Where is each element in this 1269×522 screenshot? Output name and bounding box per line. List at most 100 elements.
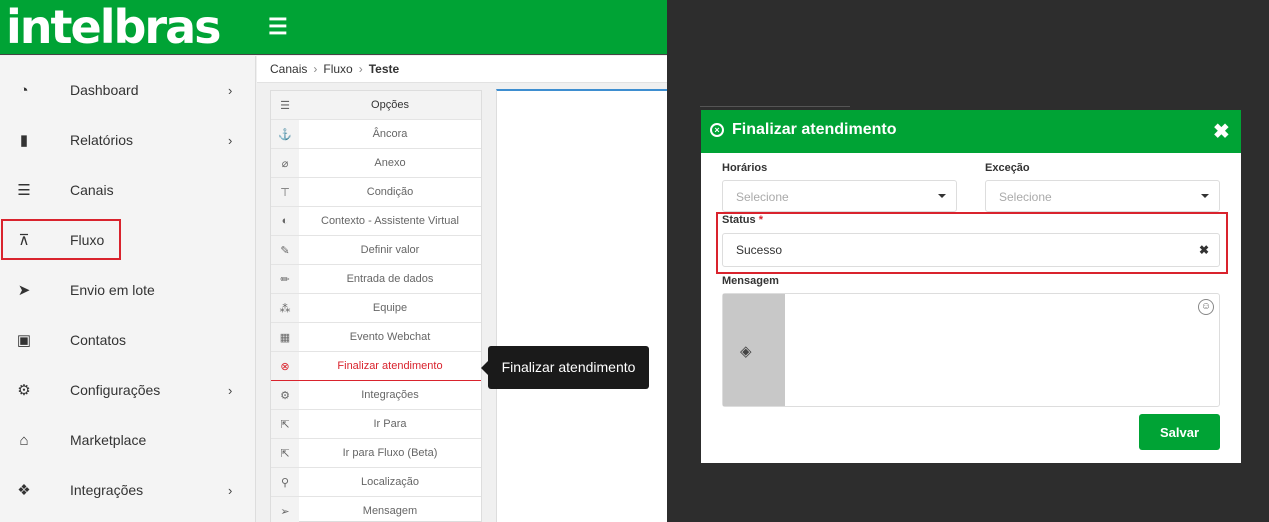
pencil-icon: ✏	[271, 265, 299, 293]
times-circle-icon: ×	[710, 123, 724, 137]
mensagem-label: Mensagem	[722, 275, 779, 287]
option-entrada-de-dados[interactable]: ✏ Entrada de dados	[271, 265, 481, 294]
sidebar-item-label: Configurações	[70, 382, 161, 398]
intelbras-logo: intelbras	[6, 0, 222, 54]
times-circle-icon: ⊗	[271, 352, 299, 380]
option-label: Anexo	[374, 157, 406, 169]
breadcrumb-separator-icon: ›	[358, 62, 363, 76]
sidebar-item-dashboard[interactable]: ◔ Dashboard ›	[0, 65, 256, 115]
cogs-icon: ⚙	[271, 381, 299, 409]
sidebar-item-canais[interactable]: ☰ Canais	[0, 165, 256, 215]
sidebar-item-label: Canais	[70, 182, 114, 198]
close-icon[interactable]: ✖	[1213, 119, 1230, 144]
sidebar-item-marketplace[interactable]: ⌂ Marketplace	[0, 415, 256, 465]
option-finalizar-atendimento[interactable]: ⊗ Finalizar atendimento	[271, 352, 481, 381]
brain-icon: ◐	[271, 207, 299, 235]
option-integracoes[interactable]: ⚙ Integrações	[271, 381, 481, 410]
modal-header: × Finalizar atendimento ✖	[701, 110, 1241, 153]
options-header-label: Opções	[299, 91, 481, 119]
cubes-icon: ❖	[17, 482, 31, 499]
smile-icon[interactable]: ☺	[1198, 299, 1214, 315]
flow-canvas[interactable]	[496, 89, 667, 522]
paper-plane-icon: ➢	[271, 497, 299, 522]
option-ir-para[interactable]: ⇱ Ir Para	[271, 410, 481, 439]
horarios-select[interactable]: Selecione	[722, 180, 957, 212]
signs-icon: ⊤	[271, 178, 299, 206]
external-link-icon: ⇱	[271, 410, 299, 438]
breadcrumb-item-fluxo[interactable]: Fluxo	[323, 62, 352, 76]
option-label: Ir Para	[373, 418, 407, 430]
horarios-placeholder: Selecione	[736, 190, 789, 204]
option-definir-valor[interactable]: ✎ Definir valor	[271, 236, 481, 265]
app-window: intelbras ☰ ◔ Dashboard › ▮ Relatórios ›…	[0, 0, 667, 522]
option-contexto[interactable]: ◐ Contexto - Assistente Virtual	[271, 207, 481, 236]
option-ancora[interactable]: ⚓ Âncora	[271, 120, 481, 149]
finalizar-atendimento-modal: × Finalizar atendimento ✖ Horários Selec…	[701, 110, 1241, 463]
excecao-select[interactable]: Selecione	[985, 180, 1220, 212]
chevron-right-icon: ›	[228, 82, 233, 98]
paperclip-icon: ⌀	[271, 149, 299, 177]
chevron-right-icon: ›	[228, 382, 233, 398]
horarios-label: Horários	[722, 162, 768, 174]
breadcrumb-current: Teste	[368, 62, 400, 76]
option-label: Integrações	[361, 389, 419, 401]
breadcrumb-item-canais[interactable]: Canais	[270, 62, 307, 76]
sidebar-item-envio-em-lote[interactable]: ➤ Envio em lote	[0, 265, 256, 315]
caret-down-icon	[1201, 194, 1209, 198]
option-label: Mensagem	[362, 505, 418, 517]
save-button[interactable]: Salvar	[1139, 414, 1220, 450]
option-localizacao[interactable]: ⚲ Localização	[271, 468, 481, 497]
tag-panel[interactable]: ◈	[723, 294, 785, 406]
sidebar-item-label: Relatórios	[70, 132, 134, 148]
option-anexo[interactable]: ⌀ Anexo	[271, 149, 481, 178]
sidebar-item-label: Contatos	[70, 332, 127, 348]
excecao-placeholder: Selecione	[999, 190, 1052, 204]
option-label: Entrada de dados	[346, 273, 434, 285]
modal-title: Finalizar atendimento	[732, 121, 897, 138]
sidebar-item-integracoes[interactable]: ❖ Integrações ›	[0, 465, 256, 515]
option-label: Definir valor	[360, 244, 420, 256]
option-mensagem[interactable]: ➢ Mensagem	[271, 497, 481, 522]
option-label: Contexto - Assistente Virtual	[321, 215, 459, 227]
breadcrumb: Canais › Fluxo › Teste	[257, 56, 667, 83]
book-icon: ▮	[19, 132, 29, 149]
paper-plane-icon: ➤	[17, 282, 31, 299]
dashboard-icon: ◔	[19, 81, 29, 99]
option-label: Evento Webchat	[349, 331, 431, 343]
options-header: ☰ Opções	[271, 91, 481, 120]
caret-down-icon	[938, 194, 946, 198]
fluxo-highlight-box	[1, 219, 121, 260]
option-label: Âncora	[372, 128, 408, 140]
calendar-icon: ▦	[271, 323, 299, 351]
excecao-label: Exceção	[985, 162, 1030, 174]
chevron-right-icon: ›	[228, 482, 233, 498]
option-ir-para-fluxo[interactable]: ⇱ Ir para Fluxo (Beta)	[271, 439, 481, 468]
top-bar: intelbras ☰	[0, 0, 667, 55]
option-label: Equipe	[372, 302, 408, 314]
sidebar-item-contatos[interactable]: ▣ Contatos	[0, 315, 256, 365]
cogs-icon: ⚙	[17, 382, 31, 399]
tags-icon[interactable]: ◈	[740, 342, 752, 360]
sidebar-item-configuracoes[interactable]: ⚙ Configurações ›	[0, 365, 256, 415]
map-marker-icon: ⚲	[271, 468, 299, 496]
divider	[700, 106, 850, 107]
option-condicao[interactable]: ⊤ Condição	[271, 178, 481, 207]
sidebar-item-label: Dashboard	[70, 82, 139, 98]
status-highlight-box	[716, 212, 1228, 274]
external-link-icon: ⇱	[271, 439, 299, 467]
sidebar-item-label: Integrações	[70, 482, 144, 498]
mensagem-textarea[interactable]: ◈ ☺	[722, 293, 1220, 407]
users-icon: ⁂	[271, 294, 299, 322]
anchor-icon: ⚓	[271, 120, 299, 148]
option-evento-webchat[interactable]: ▦ Evento Webchat	[271, 323, 481, 352]
option-equipe[interactable]: ⁂ Equipe	[271, 294, 481, 323]
edit-icon: ✎	[271, 236, 299, 264]
hamburger-icon[interactable]: ☰	[268, 14, 288, 40]
sidebar-item-relatorios[interactable]: ▮ Relatórios ›	[0, 115, 256, 165]
option-label: Finalizar atendimento	[337, 360, 443, 372]
sidebar-item-label: Envio em lote	[70, 282, 155, 298]
tooltip: Finalizar atendimento	[481, 346, 649, 389]
sidebar-item-label: Marketplace	[70, 432, 147, 448]
hamburger-icon: ☰	[271, 91, 299, 119]
option-label: Ir para Fluxo (Beta)	[342, 447, 438, 459]
